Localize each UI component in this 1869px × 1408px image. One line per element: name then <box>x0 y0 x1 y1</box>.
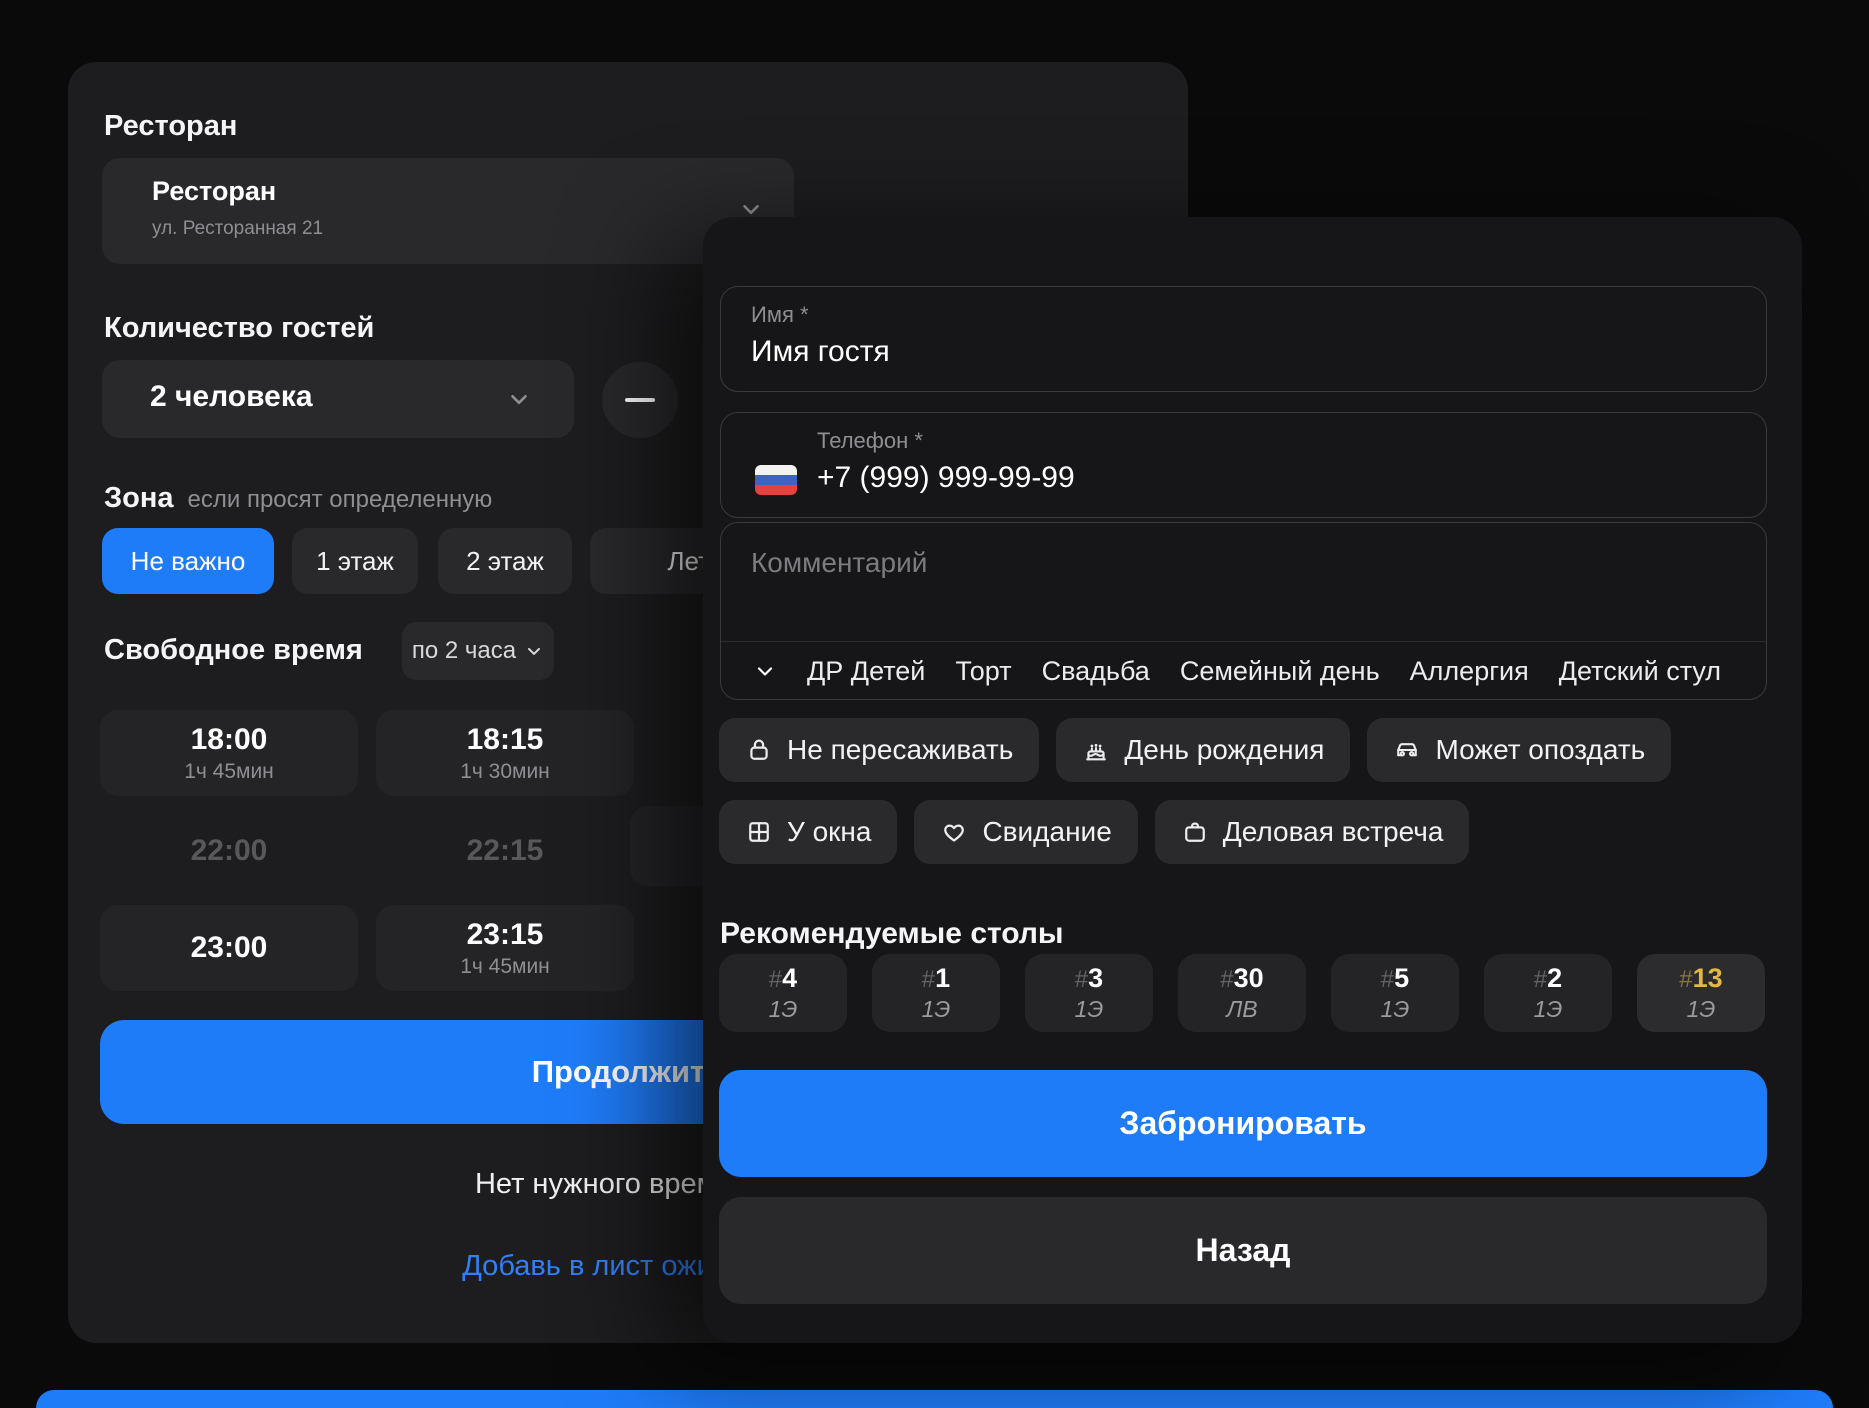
guest-details-modal: Имя * Телефон * ДР Детей Торт Свадьба Се… <box>703 217 1802 1343</box>
chevron-down-icon[interactable] <box>753 659 777 683</box>
tag-birthday[interactable]: День рождения <box>1056 718 1350 782</box>
briefcase-icon <box>1181 818 1209 846</box>
restaurant-section-label: Ресторан <box>104 110 237 143</box>
comment-field[interactable]: ДР Детей Торт Свадьба Семейный день Алле… <box>720 522 1767 700</box>
tag-business-meeting[interactable]: Деловая встреча <box>1155 800 1470 864</box>
table-hash: # <box>769 966 782 993</box>
tag-row-1: Не пересаживать День рождения Может опоз… <box>719 718 1671 782</box>
suggestion-cake[interactable]: Торт <box>955 656 1011 687</box>
zone-hint: если просят определенную <box>188 486 493 513</box>
suggestion-family-day[interactable]: Семейный день <box>1180 656 1380 687</box>
restaurant-address: ул. Ресторанная 21 <box>152 218 323 240</box>
window-icon <box>745 818 773 846</box>
lock-icon <box>745 736 773 764</box>
bottom-sheet-edge <box>36 1390 1833 1408</box>
table-hash: # <box>1534 966 1547 993</box>
table-hash: # <box>1679 966 1692 993</box>
minus-icon <box>625 398 655 402</box>
table-hash: # <box>1075 966 1088 993</box>
suggestion-high-chair[interactable]: Детский стул <box>1559 656 1721 687</box>
time-slot[interactable]: 18:15 1ч 30мин <box>376 710 634 796</box>
guests-decrement-button[interactable] <box>602 362 678 438</box>
table-hash: # <box>1381 966 1394 993</box>
time-slot-unavailable: 22:15 <box>376 808 634 894</box>
recommended-tables-label: Рекомендуемые столы <box>720 917 1064 951</box>
zone-section-label: Зона если просят определенную <box>104 482 492 515</box>
back-button[interactable]: Назад <box>719 1197 1767 1304</box>
table-chip-5[interactable]: #5 1Э <box>1331 954 1459 1032</box>
zone-option-floor1[interactable]: 1 этаж <box>292 528 418 594</box>
table-chip-1[interactable]: #1 1Э <box>872 954 1000 1032</box>
book-button[interactable]: Забронировать <box>719 1070 1767 1177</box>
table-chip-2[interactable]: #2 1Э <box>1484 954 1612 1032</box>
table-chip-13[interactable]: #13 1Э <box>1637 954 1765 1032</box>
tag-date[interactable]: Свидание <box>914 800 1137 864</box>
name-input[interactable] <box>751 335 1711 369</box>
zone-option-floor2[interactable]: 2 этаж <box>438 528 572 594</box>
restaurant-selector[interactable]: Ресторан ул. Ресторанная 21 <box>102 158 794 264</box>
guests-value: 2 человека <box>150 380 313 414</box>
car-icon <box>1393 736 1421 764</box>
name-field-label: Имя * <box>751 302 809 328</box>
russia-flag-icon <box>755 465 797 495</box>
suggestion-wedding[interactable]: Свадьба <box>1042 656 1150 687</box>
zone-option-any[interactable]: Не важно <box>102 528 274 594</box>
phone-input[interactable] <box>817 461 1717 495</box>
zone-label: Зона <box>104 482 174 514</box>
free-time-label: Свободное время <box>104 634 363 667</box>
guests-selector[interactable]: 2 человека <box>102 360 574 438</box>
phone-field-label: Телефон * <box>817 428 923 454</box>
table-chip-3[interactable]: #3 1Э <box>1025 954 1153 1032</box>
table-chip-30[interactable]: #30 ЛВ <box>1178 954 1306 1032</box>
cake-icon <box>1082 736 1110 764</box>
time-slot[interactable]: 18:00 1ч 45мин <box>100 710 358 796</box>
recommended-tables: #4 1Э #1 1Э #3 1Э #30 ЛВ #5 1Э #2 1Э <box>719 954 1765 1032</box>
time-slot[interactable]: 23:00 <box>100 905 358 991</box>
tag-row-2: У окна Свидание Деловая встреча <box>719 800 1469 864</box>
table-hash: # <box>1220 966 1233 993</box>
time-slot[interactable]: 23:15 1ч 45мин <box>376 905 634 991</box>
tag-no-reseating[interactable]: Не пересаживать <box>719 718 1039 782</box>
chevron-down-icon <box>506 386 532 412</box>
restaurant-name: Ресторан <box>152 176 276 207</box>
name-field[interactable]: Имя * <box>720 286 1767 392</box>
comment-suggestions: ДР Детей Торт Свадьба Семейный день Алле… <box>721 642 1766 700</box>
suggestion-allergy[interactable]: Аллергия <box>1410 656 1529 687</box>
guests-section-label: Количество гостей <box>104 312 374 345</box>
table-chip-4[interactable]: #4 1Э <box>719 954 847 1032</box>
comment-input[interactable] <box>751 547 1731 579</box>
duration-filter-value: по 2 часа <box>412 637 516 665</box>
booking-screen: Ресторан Ресторан ул. Ресторанная 21 Кол… <box>0 0 1869 1408</box>
table-hash: # <box>922 966 935 993</box>
heart-icon <box>940 818 968 846</box>
suggestion-kids-birthday[interactable]: ДР Детей <box>807 656 925 687</box>
time-slot-unavailable: 22:00 <box>100 808 358 894</box>
duration-filter-dropdown[interactable]: по 2 часа <box>402 622 554 680</box>
tag-by-window[interactable]: У окна <box>719 800 897 864</box>
phone-field[interactable]: Телефон * <box>720 412 1767 518</box>
tag-may-be-late[interactable]: Может опоздать <box>1367 718 1671 782</box>
chevron-down-icon <box>524 641 544 661</box>
